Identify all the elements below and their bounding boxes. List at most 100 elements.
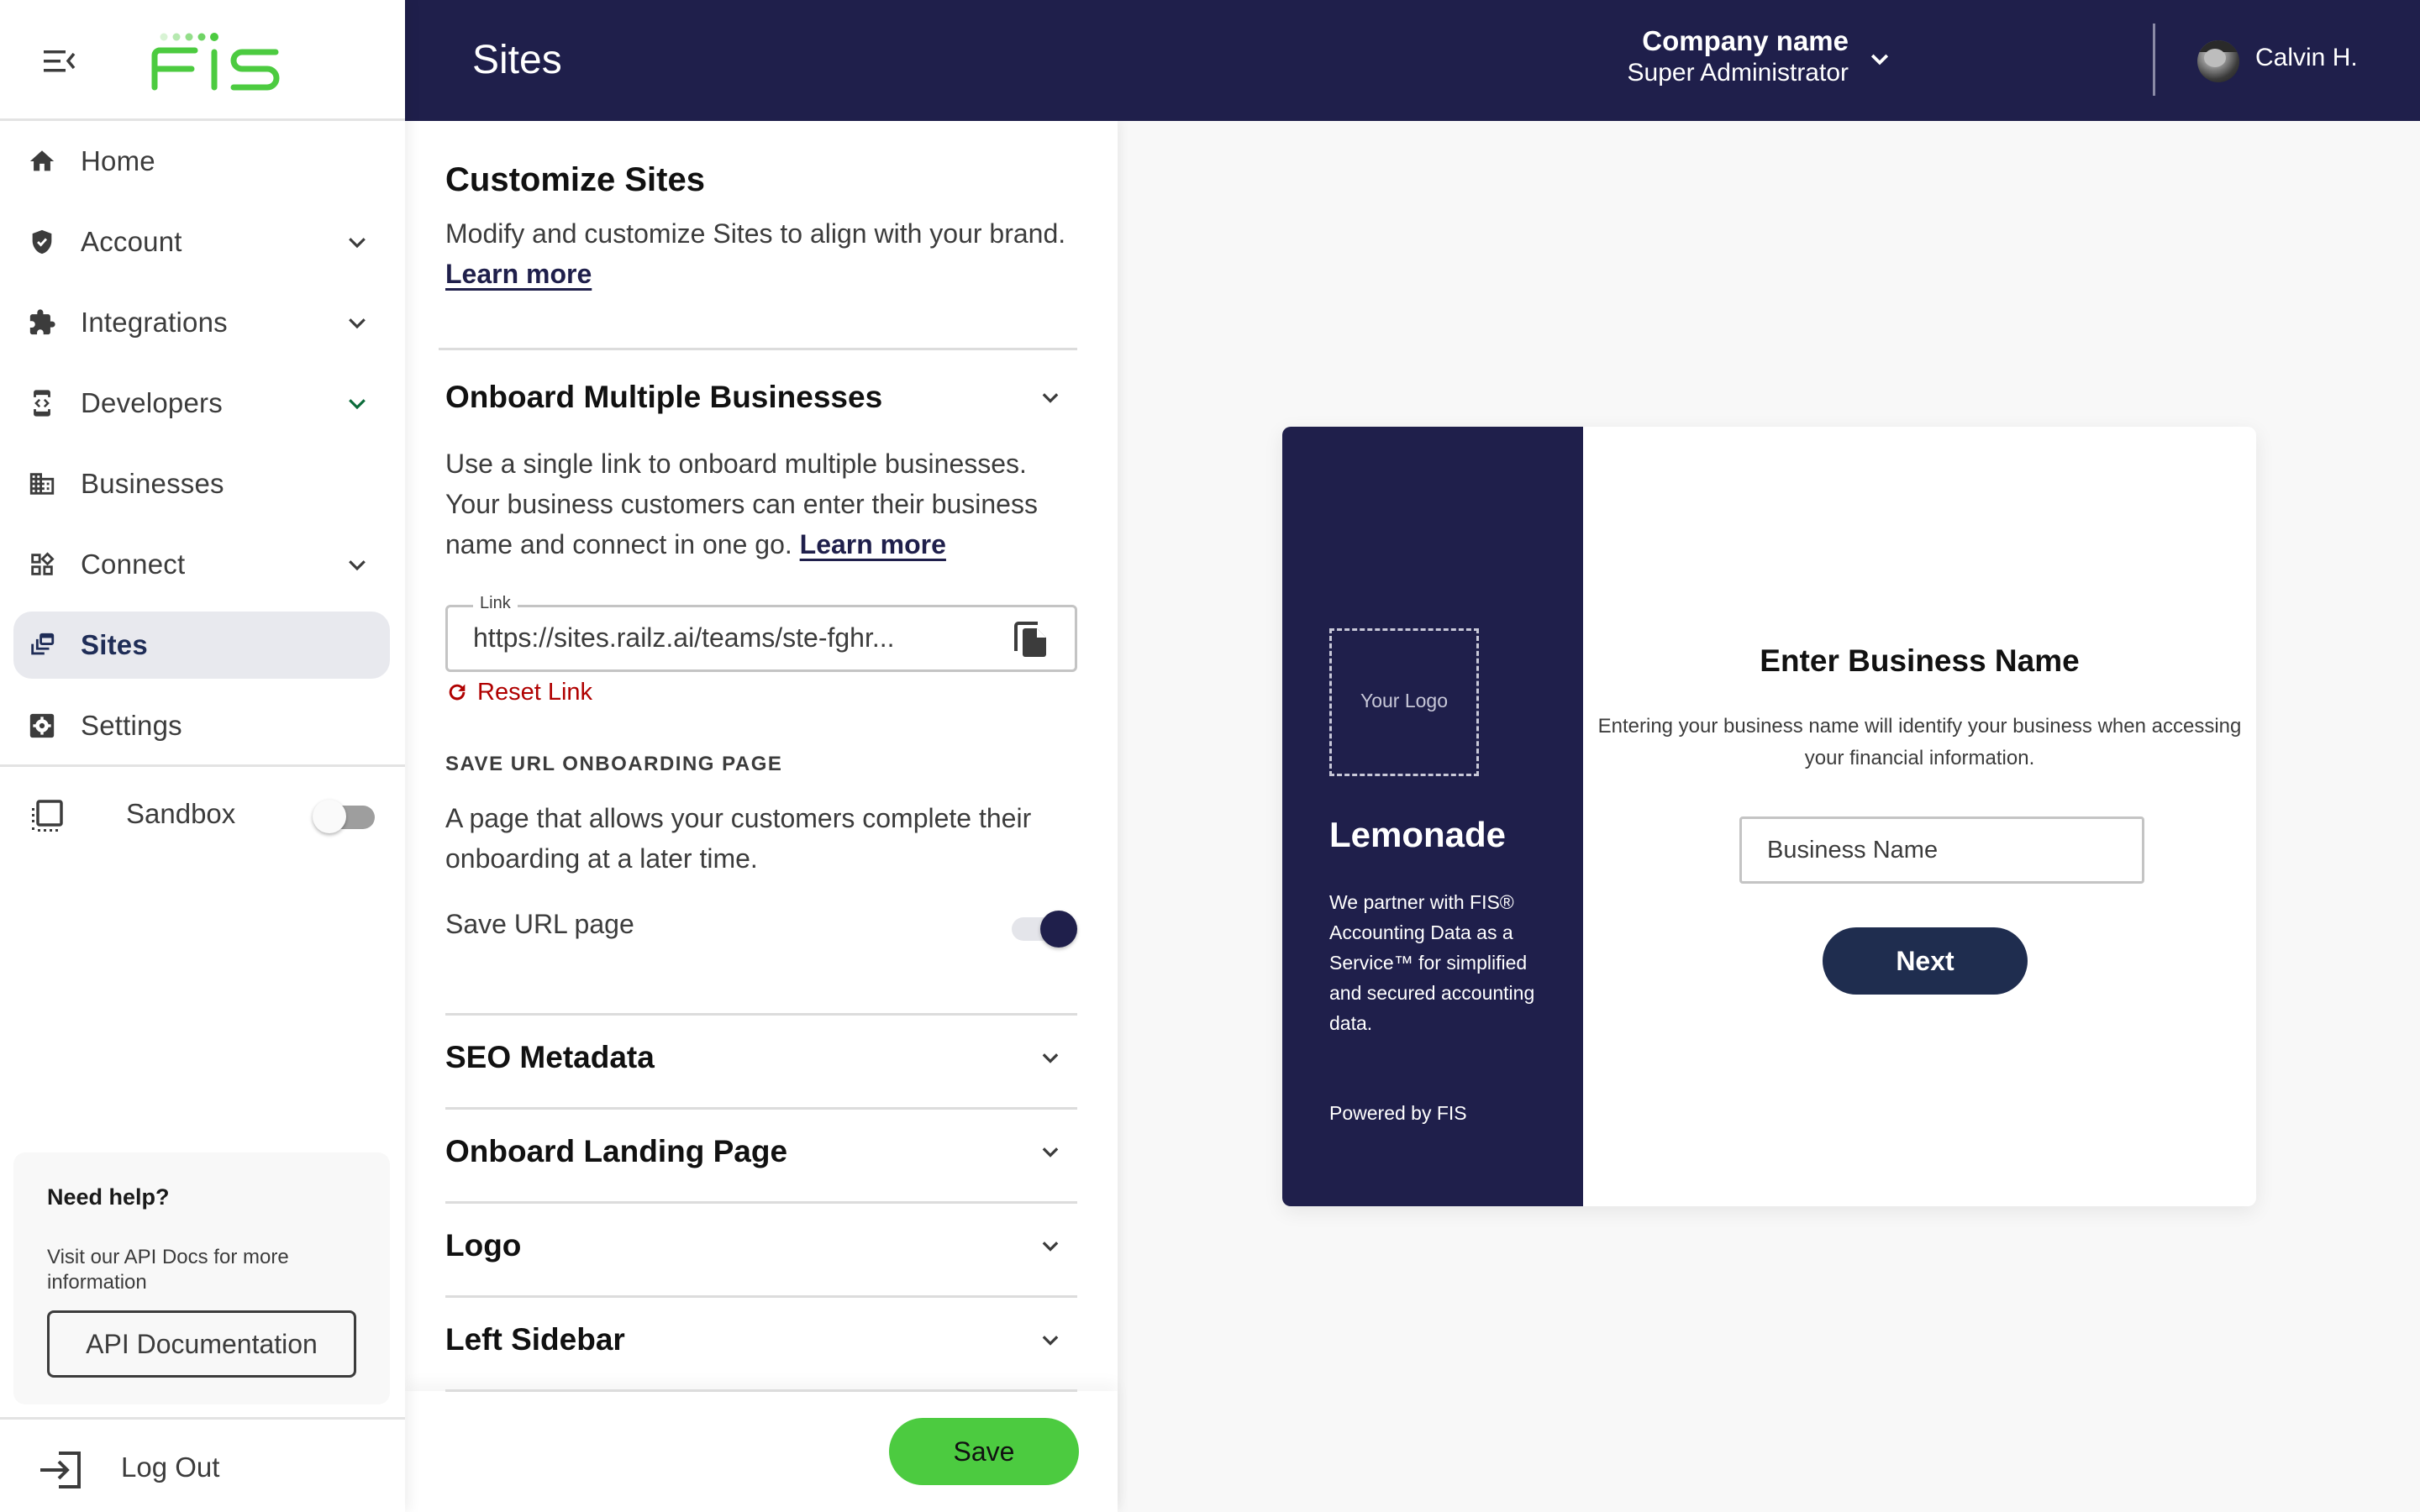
company-name: Company name	[1642, 25, 1849, 56]
api-documentation-button[interactable]: API Documentation	[47, 1310, 356, 1378]
top-header: Sites Company name Super Administrator C…	[405, 0, 2420, 121]
divider	[445, 1107, 1077, 1110]
sidebar-top	[0, 0, 405, 121]
preview-subtitle: Entering your business name will identif…	[1597, 715, 2242, 769]
divider	[445, 1201, 1077, 1204]
chevron-down-icon[interactable]	[345, 229, 370, 255]
sidebar-item-label: Home	[81, 145, 155, 176]
chevron-down-icon[interactable]	[1039, 1329, 1062, 1352]
shield-check-icon	[27, 227, 57, 257]
help-card: Need help? Visit our API Docs for more i…	[13, 1152, 390, 1404]
sites-icon	[27, 630, 57, 660]
developer-mode-icon	[27, 388, 57, 418]
chevron-down-icon[interactable]	[1039, 1141, 1062, 1164]
save-url-overline: SAVE URL ONBOARDING PAGE	[445, 753, 783, 775]
sandbox-icon	[30, 800, 64, 833]
widgets-icon	[27, 549, 57, 580]
sidebar-item-integrations[interactable]: Integrations	[13, 289, 390, 356]
accordion-onboard-multiple-businesses[interactable]: Onboard Multiple Businesses	[445, 373, 1077, 423]
chevron-down-icon[interactable]	[1039, 1047, 1062, 1070]
help-text: Visit our API Docs for more information	[47, 1246, 289, 1294]
page-title: Sites	[472, 38, 562, 82]
accordion-onboard-landing-page[interactable]: Onboard Landing Page	[445, 1127, 1077, 1178]
sidebar-item-label: Account	[81, 226, 182, 257]
link-field-label: Link	[473, 594, 518, 613]
logout-icon	[39, 1450, 82, 1490]
logout-button[interactable]: Log Out	[0, 1417, 405, 1512]
accordion-left-sidebar[interactable]: Left Sidebar	[445, 1315, 1077, 1366]
settings-icon	[27, 711, 57, 741]
chevron-down-icon[interactable]	[1039, 386, 1062, 410]
link-input[interactable]	[473, 622, 977, 654]
avatar[interactable]	[2197, 40, 2239, 82]
divider	[439, 348, 1077, 350]
preview-powered-by: Powered by FIS	[1329, 1102, 1467, 1124]
sidebar-item-connect[interactable]: Connect	[13, 531, 390, 598]
accordion-seo-metadata[interactable]: SEO Metadata	[445, 1033, 1077, 1084]
fis-logo[interactable]	[151, 32, 281, 91]
help-title: Need help?	[47, 1184, 170, 1210]
save-url-label: Save URL page	[445, 909, 634, 939]
chevron-down-icon[interactable]	[345, 391, 370, 416]
copy-icon[interactable]	[1013, 621, 1050, 659]
divider	[445, 1295, 1077, 1298]
section-title: Left Sidebar	[445, 1322, 625, 1357]
logout-label: Log Out	[121, 1452, 220, 1483]
sidebar-item-businesses[interactable]: Businesses	[13, 450, 390, 517]
next-button[interactable]: Next	[1823, 927, 2028, 995]
sandbox-toggle[interactable]	[313, 800, 376, 833]
preview-blurb: We partner with FIS® Accounting Data as …	[1329, 891, 1535, 1034]
section-title: Onboard Landing Page	[445, 1134, 788, 1168]
save-button[interactable]: Save	[889, 1418, 1079, 1485]
learn-more-link[interactable]: Learn more	[800, 529, 946, 559]
chevron-down-icon[interactable]	[345, 552, 370, 577]
sidebar-item-home[interactable]: Home	[13, 128, 390, 195]
sidebar-item-developers[interactable]: Developers	[13, 370, 390, 437]
section-title: Logo	[445, 1228, 522, 1263]
accordion-logo[interactable]: Logo	[445, 1221, 1077, 1272]
user-role: Super Administrator	[1627, 59, 1849, 87]
sidebar-item-sites[interactable]: Sites	[13, 612, 390, 679]
reset-link-button[interactable]: Reset Link	[445, 675, 592, 709]
sidebar-item-label: Integrations	[81, 307, 228, 338]
sidebar-item-label: Developers	[81, 387, 223, 418]
puzzle-icon	[27, 307, 57, 338]
user-name[interactable]: Calvin H.	[2255, 44, 2358, 72]
divider	[445, 1013, 1077, 1016]
building-icon	[27, 469, 57, 499]
learn-more-link[interactable]: Learn more	[445, 259, 592, 289]
onboard-description: Use a single link to onboard multiple bu…	[445, 449, 1038, 559]
section-title: SEO Metadata	[445, 1040, 655, 1074]
toggle-knob	[313, 800, 346, 833]
chevron-down-icon[interactable]	[1867, 47, 1892, 72]
toggle-knob	[1040, 911, 1077, 948]
site-preview-card: Your Logo Lemonade We partner with FIS® …	[1282, 427, 2256, 1206]
header-divider	[2153, 24, 2155, 96]
sidebar-item-label: Sites	[81, 629, 148, 660]
link-field[interactable]: Link	[445, 594, 1077, 672]
sidebar-item-settings[interactable]: Settings	[13, 692, 390, 759]
divider	[445, 1389, 1077, 1392]
logo-placeholder: Your Logo	[1329, 628, 1479, 776]
chevron-down-icon[interactable]	[345, 310, 370, 335]
refresh-icon	[445, 680, 469, 704]
sidebar-divider	[0, 764, 405, 767]
save-url-description: A page that allows your customers comple…	[445, 803, 1032, 874]
reset-link-label: Reset Link	[477, 678, 593, 706]
customize-panel: Customize Sites Modify and customize Sit…	[405, 121, 1118, 1512]
sidebar-item-label: Settings	[81, 710, 182, 741]
preview-left-sidebar: Your Logo Lemonade We partner with FIS® …	[1282, 427, 1583, 1206]
sidebar-item-account[interactable]: Account	[13, 208, 390, 276]
home-icon	[27, 146, 57, 176]
business-name-input[interactable]	[1739, 816, 2144, 884]
preview-brand-name: Lemonade	[1329, 815, 1507, 854]
panel-title: Customize Sites	[445, 161, 705, 198]
sidebar: Home Account Integrations Developers Bus…	[0, 0, 405, 1512]
panel-description: Modify and customize Sites to align with…	[445, 218, 1066, 289]
chevron-down-icon[interactable]	[1039, 1235, 1062, 1258]
section-title: Onboard Multiple Businesses	[445, 380, 883, 414]
menu-collapse-icon[interactable]	[44, 49, 77, 74]
sandbox-label: Sandbox	[126, 798, 236, 829]
sandbox-row: Sandbox	[0, 790, 405, 840]
save-url-toggle[interactable]	[1012, 907, 1077, 949]
